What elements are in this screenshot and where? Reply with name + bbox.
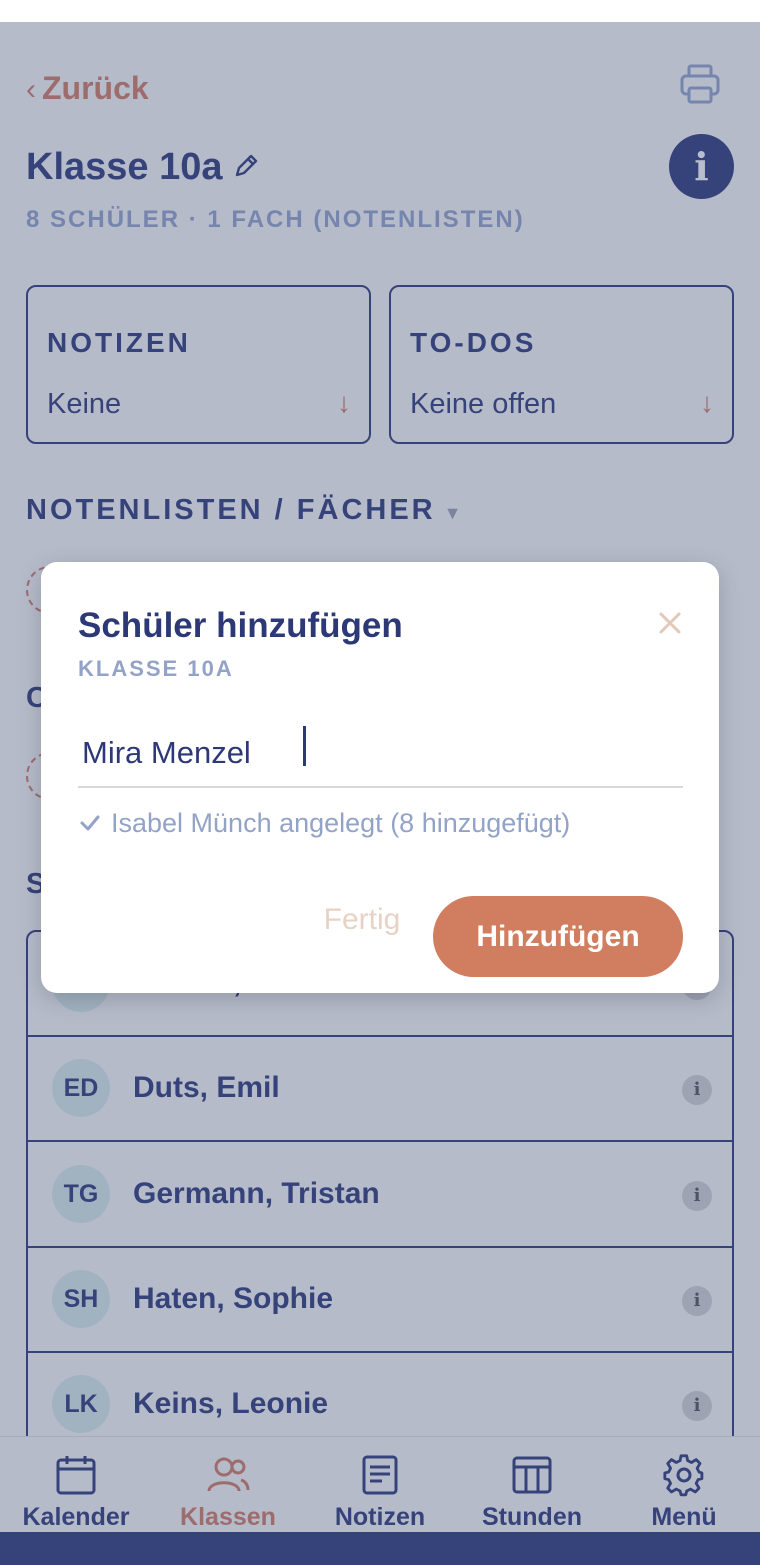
- add-button[interactable]: Hinzufügen: [433, 896, 683, 977]
- text-cursor: [303, 726, 306, 766]
- close-icon[interactable]: [653, 606, 687, 640]
- check-icon: [80, 815, 100, 831]
- dialog-subtitle: KLASSE 10A: [78, 656, 234, 681]
- done-button[interactable]: Fertig: [303, 896, 421, 944]
- app-screen: ‹ Zurück Klasse 10a i 8 SCHÜLER · 1 FACH …: [0, 22, 760, 1565]
- status-message: Isabel Münch angelegt (8 hinzugefügt): [111, 808, 571, 838]
- dialog-title: Schüler hinzufügen: [78, 606, 403, 645]
- add-student-dialog: Schüler hinzufügen KLASSE 10A Isabel Mün…: [41, 562, 719, 993]
- student-name-input[interactable]: [78, 720, 683, 788]
